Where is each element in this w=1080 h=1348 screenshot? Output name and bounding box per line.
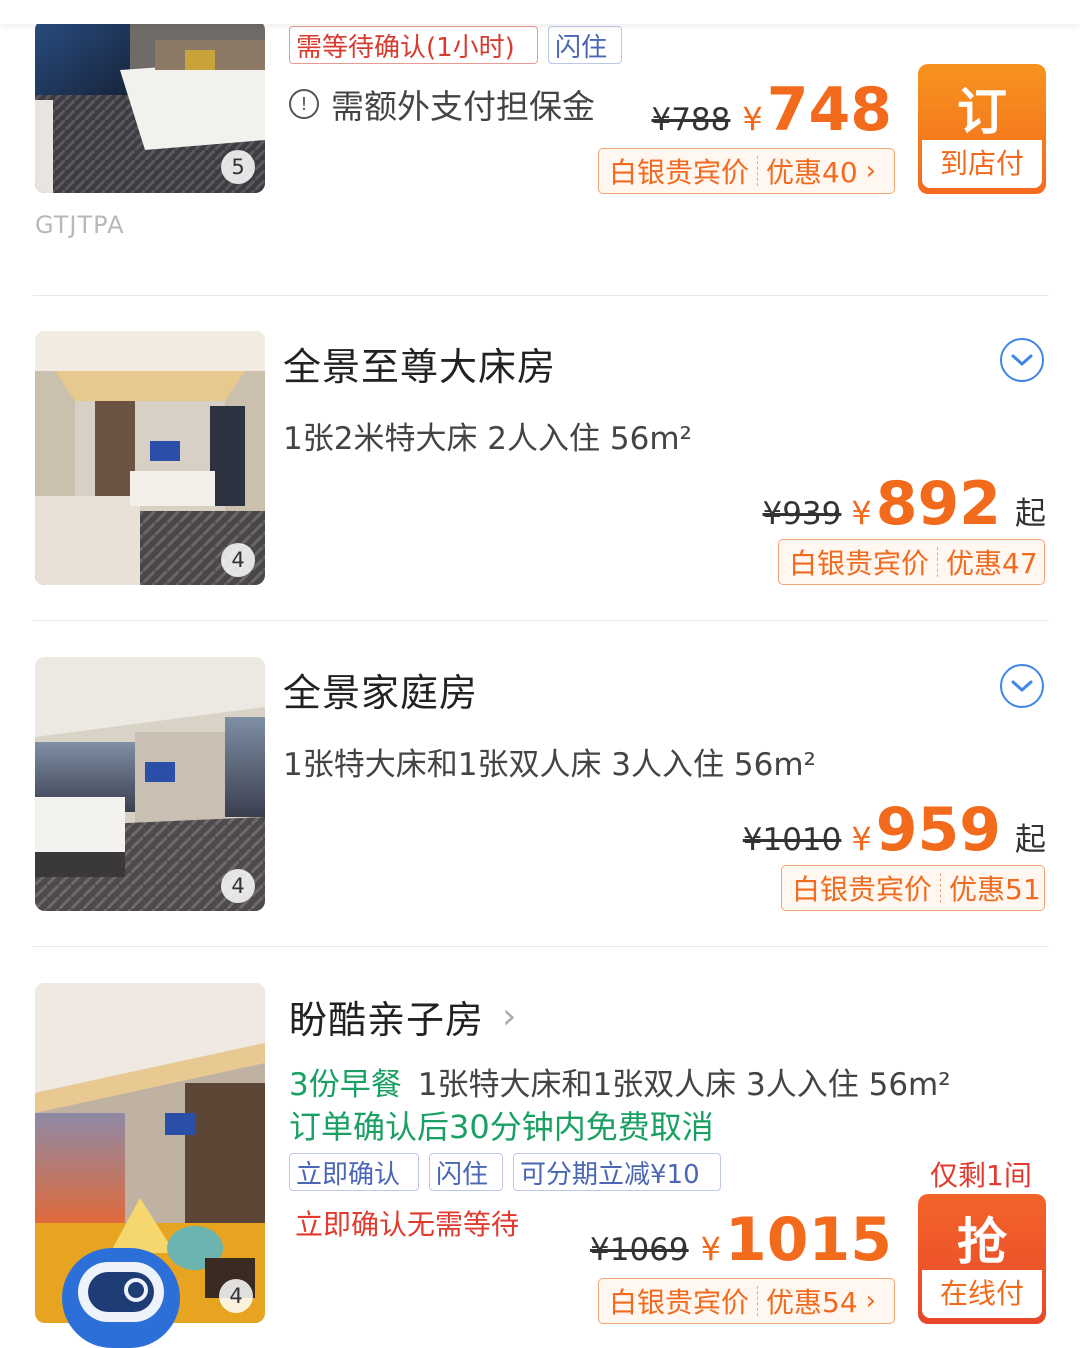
no-wait-text: 立即确认无需等待 (295, 1208, 520, 1241)
divider (33, 946, 1049, 947)
member-label: 白银贵宾价 (792, 873, 933, 906)
room-info: 1张2米特大床 2人入住 56m² (283, 421, 692, 457)
info-circle-icon: ! (289, 89, 319, 119)
original-price: ¥1069 (590, 1232, 689, 1268)
assistant-robot-icon[interactable] (62, 1248, 180, 1348)
room-title[interactable]: 全景至尊大床房 (283, 336, 556, 391)
member-label: 白银贵宾价 (789, 547, 930, 580)
member-discount: 优惠54 (766, 1286, 858, 1319)
room-info: 1张特大床和1张双人床 3人入住 56m² (283, 747, 816, 783)
remaining-rooms: 仅剩1间 (930, 1159, 1032, 1192)
confirmation-tag: 需等待确认(1小时) (289, 26, 538, 64)
grab-button[interactable]: 抢 在线付 (918, 1194, 1046, 1324)
room-title-link[interactable]: 盼酷亲子房 › (289, 989, 516, 1044)
flash-stay-tag: 闪住 (548, 26, 622, 64)
photo-count-badge: 4 (221, 869, 255, 903)
price-row: ¥939 ¥ 892 起 (762, 474, 1046, 534)
guarantee-row[interactable]: ! 需额外支付担保金 (289, 84, 595, 126)
member-discount: 优惠51 (949, 873, 1041, 906)
current-price: 892 (875, 469, 1001, 539)
price-row: ¥788 ¥ 748 (651, 80, 892, 140)
room-code: GTJTPA (35, 211, 125, 239)
room-title[interactable]: 全景家庭房 (283, 662, 478, 717)
member-discount-badge[interactable]: 白银贵宾价 优惠54 › (598, 1278, 895, 1324)
member-discount-badge: 白银贵宾价 优惠47 (778, 539, 1045, 585)
chevron-right-icon: › (865, 156, 877, 186)
current-price: 1015 (725, 1205, 892, 1275)
price-from-suffix: 起 (1015, 822, 1046, 858)
member-discount: 优惠47 (946, 547, 1038, 580)
member-label: 白银贵宾价 (609, 156, 750, 189)
currency-symbol: ¥ (742, 100, 763, 138)
currency-symbol: ¥ (851, 820, 872, 858)
expand-button[interactable] (1000, 664, 1044, 708)
member-discount-badge: 白银贵宾价 优惠51 (781, 865, 1045, 911)
cancel-policy: 订单确认后30分钟内免费取消 (289, 1108, 714, 1146)
flash-stay-tag: 闪住 (429, 1153, 503, 1191)
member-label: 白银贵宾价 (609, 1286, 750, 1319)
room-title: 盼酷亲子房 (289, 998, 485, 1042)
currency-symbol: ¥ (700, 1230, 721, 1268)
guarantee-text: 需额外支付担保金 (331, 87, 595, 126)
member-discount: 优惠40 (766, 156, 858, 189)
pay-at-hotel-label: 到店付 (922, 140, 1042, 188)
grab-button-label: 抢 (957, 1213, 1007, 1271)
chevron-right-icon: › (502, 996, 517, 1037)
price-row: ¥1069 ¥ 1015 (590, 1210, 892, 1270)
photo-count-badge: 4 (221, 543, 255, 577)
divider (33, 620, 1049, 621)
top-bar (0, 0, 1080, 24)
original-price: ¥1010 (742, 822, 842, 858)
member-discount-badge[interactable]: 白银贵宾价 优惠40 › (598, 148, 895, 194)
pay-online-label: 在线付 (922, 1270, 1042, 1318)
chevron-down-icon (1011, 680, 1033, 692)
photo-count-badge: 5 (221, 150, 255, 184)
divider (33, 295, 1049, 296)
price-from-suffix: 起 (1015, 496, 1046, 532)
book-button[interactable]: 订 到店付 (918, 64, 1046, 194)
installment-tag: 可分期立减¥10 (513, 1153, 721, 1191)
instant-confirm-tag: 立即确认 (289, 1153, 419, 1191)
room-photo[interactable]: 5 (35, 20, 265, 193)
breakfast-text: 3份早餐 (289, 1067, 402, 1103)
price-row: ¥1010 ¥ 959 起 (743, 800, 1046, 860)
original-price: ¥939 (762, 496, 842, 532)
book-button-label: 订 (957, 83, 1007, 141)
room-photo[interactable]: 4 (35, 331, 265, 585)
expand-button[interactable] (1000, 338, 1044, 382)
original-price: ¥788 (651, 102, 731, 138)
room-info: 1张特大床和1张双人床 3人入住 56m² (417, 1067, 951, 1103)
current-price: 748 (766, 75, 892, 145)
room-info-row: 3份早餐 1张特大床和1张双人床 3人入住 56m² (289, 1059, 951, 1104)
room-photo[interactable]: 4 (35, 657, 265, 911)
chevron-down-icon (1011, 354, 1033, 366)
current-price: 959 (875, 795, 1001, 865)
photo-count-badge: 4 (219, 1279, 253, 1313)
currency-symbol: ¥ (851, 494, 872, 532)
chevron-right-icon: › (865, 1286, 877, 1316)
